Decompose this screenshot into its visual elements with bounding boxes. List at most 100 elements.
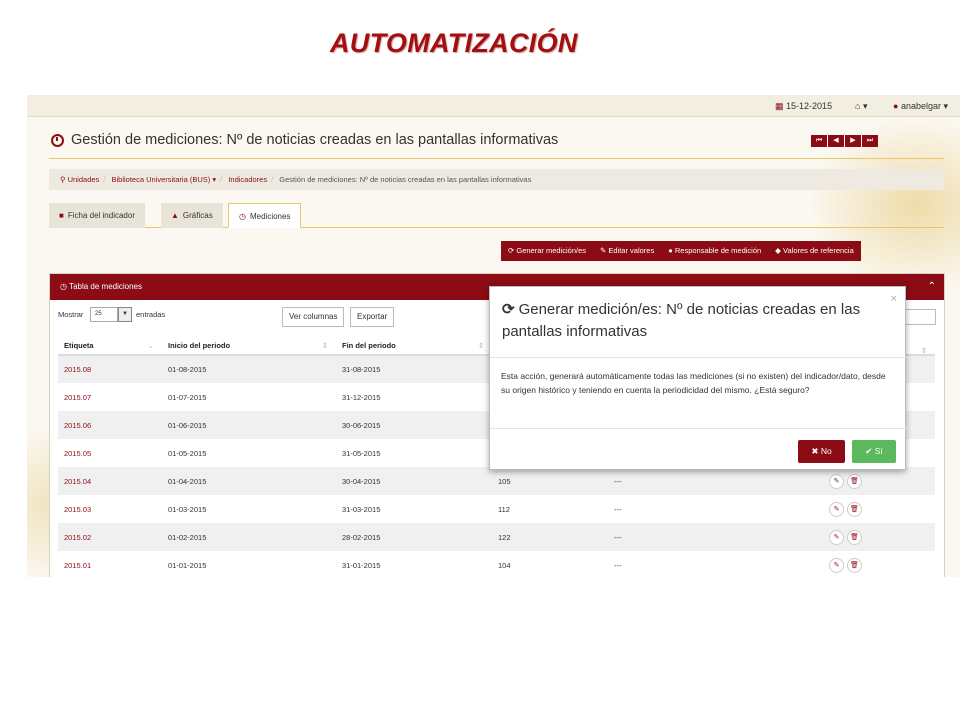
delete-row-button[interactable]: 🗑 (847, 529, 862, 545)
refresh-icon: ⟳ (502, 301, 515, 318)
next-button[interactable]: ▶ (845, 135, 861, 147)
tab-bar: ■ Ficha del indicador ▲ Gráficas ◷ Medicion… (49, 203, 944, 228)
previous-button[interactable]: ◀ (828, 135, 844, 147)
table-row: 2015.03 01-03-2015 31-03-2015 112 --- ✎ 🗑 (58, 495, 935, 523)
close-icon: ✖ (811, 446, 819, 456)
close-icon[interactable]: × (891, 293, 897, 305)
chevron-down-icon[interactable]: ▼ (118, 307, 132, 322)
cell-value: 112 (498, 504, 510, 514)
cell-reference: --- (608, 523, 823, 551)
page-size-select[interactable]: 25 (90, 307, 118, 322)
cell-value: 105 (492, 467, 608, 495)
cell-reference: --- (614, 504, 622, 514)
breadcrumb: ⚲ Unidades / Biblioteca Universitaria (BU… (49, 169, 944, 190)
cell-tag[interactable]: 2015.04 (58, 467, 162, 495)
action-toolbar: ⟳ Generar medición/es ✎ Editar valores ●… (501, 241, 861, 261)
cell-end: 31-12-2015 (342, 392, 381, 402)
cell-start: 01-01-2015 (168, 560, 207, 570)
cell-end: 31-05-2015 (342, 448, 381, 458)
top-navbar: ▦ 15-12-2015 ⌂ ▾ ● anabelgar ▾ (27, 95, 960, 117)
first-button[interactable]: ⏮ (811, 135, 827, 147)
cell-tag[interactable]: 2015.07 (58, 383, 162, 411)
dialog-message: Esta acción, generará automáticamente to… (501, 371, 886, 395)
search-input[interactable] (902, 309, 936, 325)
edit-row-button[interactable]: ✎ (829, 501, 844, 517)
tab-graficas[interactable]: ▲ Gráficas (161, 203, 223, 228)
date-display: ▦ 15-12-2015 (775, 101, 833, 111)
cell-reference: --- (614, 560, 622, 570)
user-menu[interactable]: ● anabelgar ▾ (893, 101, 948, 112)
table-row: 2015.02 01-02-2015 28-02-2015 122 --- ✎ 🗑 (58, 523, 935, 551)
clock-icon (51, 134, 64, 147)
delete-row-button[interactable]: 🗑 (847, 473, 862, 489)
cell-start: 01-05-2015 (168, 448, 207, 458)
cell-start: 01-03-2015 (168, 504, 207, 514)
user-icon: ● (893, 101, 899, 111)
cell-actions: ✎ 🗑 (823, 467, 935, 495)
cell-tag[interactable]: 2015.05 (58, 439, 162, 467)
cell-tag[interactable]: 2015.06 (58, 411, 162, 439)
table-row: 2015.01 01-01-2015 31-01-2015 104 --- ✎ 🗑 (58, 551, 935, 577)
measurement-owner-button[interactable]: ● Responsable de medición (661, 241, 768, 261)
cell-start: 01-08-2015 (162, 355, 336, 383)
cell-end: 31-03-2015 (342, 504, 381, 514)
entries-label: entradas (136, 310, 166, 319)
cell-tag[interactable]: 2015.02 (58, 523, 162, 551)
cell-end: 31-08-2015 (336, 355, 492, 383)
breadcrumb-units[interactable]: Unidades (68, 175, 100, 184)
cell-end: 30-06-2015 (336, 411, 492, 439)
home-menu[interactable]: ⌂ ▾ (855, 101, 867, 112)
page-header: Gestión de mediciones: Nº de noticias cr… (49, 132, 944, 159)
column-header-tag[interactable]: Etiqueta ⌄ (58, 337, 162, 356)
cell-tag[interactable]: 2015.08 (58, 355, 162, 383)
map-marker-icon: ⚲ (60, 175, 66, 184)
cell-tag[interactable]: 2015.03 (58, 495, 162, 523)
record-navigation: ⏮ ◀ ▶ ⏭ (811, 135, 878, 147)
column-header-start[interactable]: Inicio del periodo ⇕ (162, 337, 336, 356)
show-label: Mostrar (58, 310, 84, 319)
calendar-icon: ▦ (775, 101, 784, 111)
last-button[interactable]: ⏭ (862, 135, 878, 147)
cell-actions: ✎ 🗑 (823, 551, 935, 577)
delete-row-button[interactable]: 🗑 (847, 501, 862, 517)
column-header-end[interactable]: Fin del periodo ⇕ (336, 337, 492, 356)
tab-mediciones[interactable]: ◷ Mediciones (228, 203, 302, 228)
panel-title: Tabla de mediciones (69, 282, 142, 291)
dialog-title: ⟳ Generar medición/es: Nº de noticias cre… (502, 301, 861, 340)
cell-start: 01-06-2015 (162, 411, 336, 439)
cell-reference: --- (608, 467, 823, 495)
delete-row-button[interactable]: 🗑 (847, 557, 862, 573)
slide-title: AUTOMATIZACIÓN (330, 28, 578, 58)
edit-values-button[interactable]: ✎ Editar valores (593, 241, 661, 261)
clock-icon: ◷ (239, 212, 246, 221)
reference-values-button[interactable]: ◆ Valores de referencia (768, 241, 861, 261)
table-row: 2015.04 01-04-2015 30-04-2015 105 --- ✎ 🗑 (58, 467, 935, 495)
check-icon: ✔ (865, 446, 873, 456)
chevron-up-icon[interactable]: ⌃ (928, 274, 936, 300)
clock-icon: ◷ (60, 282, 67, 291)
folder-icon: ■ (59, 211, 64, 220)
cell-end: 31-01-2015 (342, 560, 381, 570)
no-button[interactable]: ✖ No (798, 440, 845, 463)
breadcrumb-indicators[interactable]: Indicadores (228, 175, 267, 184)
columns-button[interactable]: Ver columnas (282, 307, 345, 327)
breadcrumb-library[interactable]: Biblioteca Universitaria (BUS) ▾ (111, 175, 216, 184)
generate-measurements-button[interactable]: ⟳ Generar medición/es (501, 241, 593, 261)
cell-start: 01-02-2015 (162, 523, 336, 551)
generate-dialog: × ⟳ Generar medición/es: Nº de noticias c… (489, 286, 907, 470)
export-button[interactable]: Exportar (350, 307, 395, 327)
cell-start: 01-07-2015 (168, 392, 207, 402)
edit-row-button[interactable]: ✎ (829, 529, 844, 545)
tab-ficha[interactable]: ■ Ficha del indicador (49, 203, 145, 228)
cell-actions: ✎ 🗑 (823, 495, 935, 523)
cell-end: 30-04-2015 (336, 467, 492, 495)
edit-row-button[interactable]: ✎ (829, 473, 844, 489)
edit-row-button[interactable]: ✎ (829, 557, 844, 573)
cell-tag[interactable]: 2015.01 (58, 551, 162, 577)
cell-value: 122 (492, 523, 608, 551)
app-screenshot: ▦ 15-12-2015 ⌂ ▾ ● anabelgar ▾ Gestión d… (27, 95, 960, 577)
cell-actions: ✎ 🗑 (823, 523, 935, 551)
cell-end: 28-02-2015 (336, 523, 492, 551)
yes-button[interactable]: ✔ Sí (852, 440, 896, 463)
breadcrumb-current: Gestión de mediciones: Nº de noticias cr… (279, 175, 532, 184)
